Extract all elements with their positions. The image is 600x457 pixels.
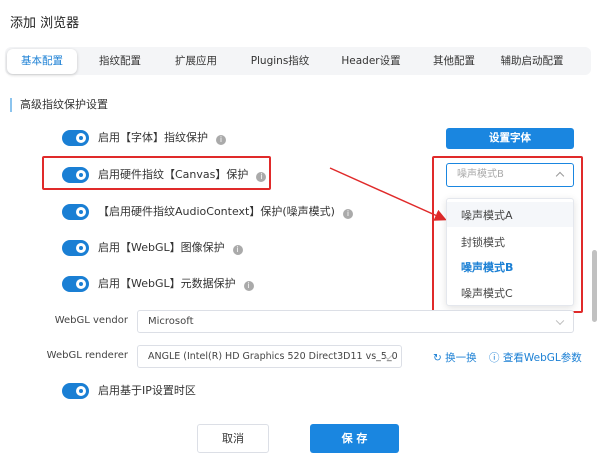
chevron-up-icon (555, 171, 565, 181)
option-noise-c[interactable]: 噪声模式C (461, 285, 513, 301)
canvas-mode-value: 噪声模式B (457, 169, 504, 180)
option-block[interactable]: 封锁模式 (461, 234, 505, 250)
webgl-vendor-label: WebGL vendor (54, 315, 128, 326)
webgl-renderer-select[interactable]: ANGLE (Intel(R) HD Graphics 520 Direct3D… (137, 345, 402, 368)
view-webgl-link[interactable]: ⓘ 查看WebGL参数 (489, 350, 582, 365)
option-noise-a[interactable]: 噪声模式A (461, 207, 513, 223)
ip-timezone-toggle[interactable] (62, 383, 89, 399)
canvas-mode-dropdown: 噪声模式A 封锁模式 噪声模式B 噪声模式C (446, 198, 574, 306)
cancel-button[interactable]: 取消 (197, 424, 269, 453)
ip-timezone-label: 启用基于IP设置时区 (98, 384, 196, 397)
webgl-vendor-value: Microsoft (148, 316, 194, 327)
refresh-icon: ↻ (433, 352, 442, 364)
webgl-renderer-value: ANGLE (Intel(R) HD Graphics 520 Direct3D… (148, 351, 401, 362)
webgl-vendor-select[interactable]: Microsoft (137, 310, 574, 333)
chevron-down-icon (555, 316, 565, 325)
view-webgl-label: 查看WebGL参数 (502, 352, 582, 364)
info-circle-icon: ⓘ (489, 352, 500, 364)
scrollbar[interactable] (592, 250, 597, 322)
webgl-renderer-label: WebGL renderer (46, 350, 128, 361)
refresh-label: 换一换 (445, 352, 477, 364)
option-noise-b[interactable]: 噪声模式B (461, 259, 513, 275)
refresh-renderer-link[interactable]: ↻ 换一换 (433, 350, 477, 365)
canvas-mode-select[interactable]: 噪声模式B (446, 163, 574, 187)
save-button[interactable]: 保 存 (310, 424, 399, 453)
